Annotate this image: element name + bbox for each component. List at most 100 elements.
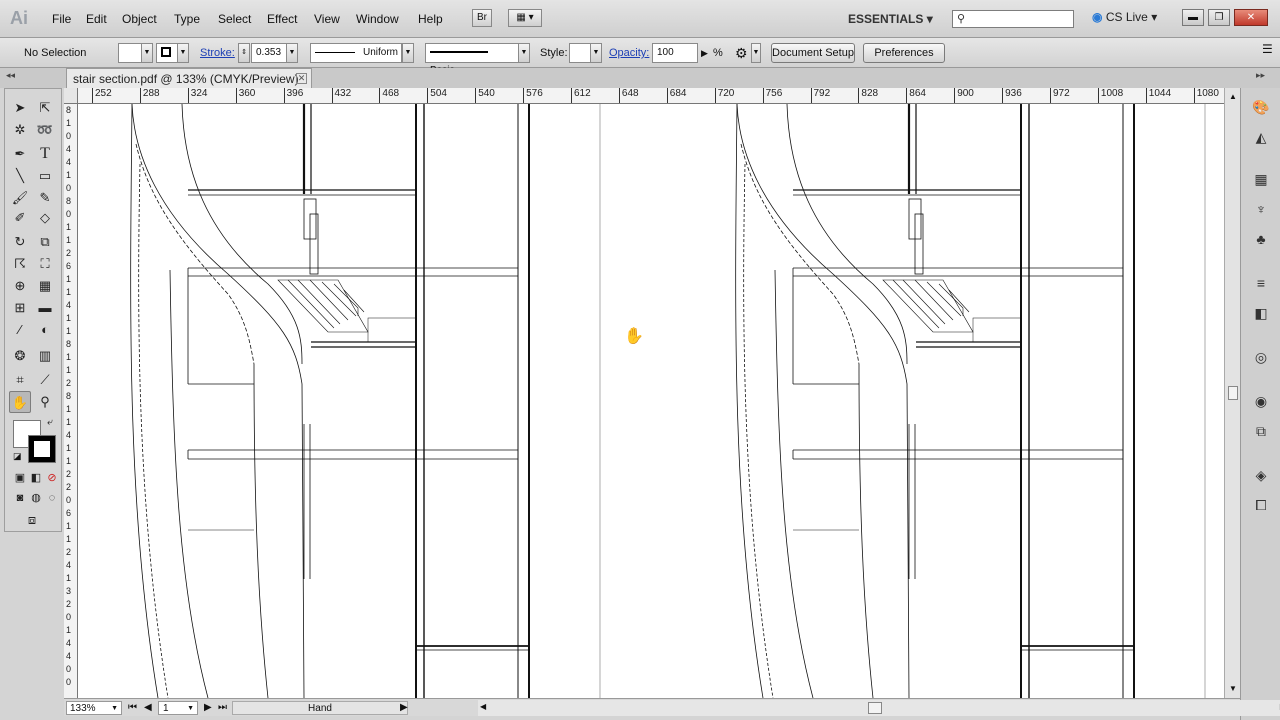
close-button[interactable]: ✕: [1234, 9, 1268, 26]
ruler-origin[interactable]: [64, 88, 78, 104]
stroke-weight-dropdown[interactable]: ▼: [286, 43, 298, 63]
none-mode-icon[interactable]: ⊘: [41, 467, 63, 489]
stroke-color-swatch[interactable]: [28, 435, 56, 463]
graphic-styles-panel-icon[interactable]: ⧉: [1250, 420, 1272, 442]
minimize-button[interactable]: ▬: [1182, 9, 1204, 26]
menu-type[interactable]: Type: [174, 12, 200, 26]
hand-tool-icon[interactable]: ✋: [9, 391, 31, 413]
screen-mode-icon[interactable]: ⧈: [21, 509, 43, 531]
zoom-tool-icon[interactable]: ⚲: [34, 391, 56, 413]
column-graph-tool-icon[interactable]: ▥: [34, 345, 56, 367]
opacity-label[interactable]: Opacity:: [609, 47, 649, 59]
horizontal-scrollbar[interactable]: ◀ ▶: [478, 700, 1280, 716]
mesh-tool-icon[interactable]: ⊞: [9, 297, 31, 319]
stroke-weight-stepper[interactable]: ⇕: [238, 43, 250, 63]
previous-artboard-icon[interactable]: ◀: [144, 701, 152, 715]
menu-object[interactable]: Object: [122, 12, 157, 26]
workspace-switcher[interactable]: ESSENTIALS ▾: [848, 12, 933, 26]
selection-tool-icon[interactable]: ➤: [9, 97, 31, 119]
menu-edit[interactable]: Edit: [86, 12, 107, 26]
layers-panel-icon[interactable]: ◈: [1250, 464, 1272, 486]
rotate-tool-icon[interactable]: ↻: [9, 231, 31, 253]
artboard-canvas[interactable]: ✋: [78, 104, 1224, 698]
maximize-button[interactable]: ❐: [1208, 9, 1230, 26]
symbol-sprayer-tool-icon[interactable]: ❂: [9, 345, 31, 367]
color-panel-icon[interactable]: 🎨: [1250, 96, 1272, 118]
direct-selection-tool-icon[interactable]: ⇱: [34, 97, 56, 119]
status-menu-icon[interactable]: ▶: [400, 701, 408, 715]
recolor-dropdown[interactable]: ▼: [751, 43, 761, 63]
line-tool-icon[interactable]: ╲: [9, 165, 31, 187]
artboards-panel-icon[interactable]: ⧠: [1250, 494, 1272, 516]
menu-help[interactable]: Help: [418, 12, 443, 26]
gradient-tool-icon[interactable]: ▬: [34, 297, 56, 319]
document-tab[interactable]: stair section.pdf @ 133% (CMYK/Preview) …: [66, 68, 312, 88]
vertical-scrollbar[interactable]: ▲ ▼: [1224, 88, 1240, 698]
blend-tool-icon[interactable]: ◐: [34, 319, 56, 341]
eraser-tool-icon[interactable]: ◇: [34, 207, 56, 229]
menu-effect[interactable]: Effect: [267, 12, 297, 26]
menu-window[interactable]: Window: [356, 12, 399, 26]
brush-definition[interactable]: Basic: [425, 43, 519, 76]
close-document-icon[interactable]: ✕: [296, 73, 307, 84]
rectangle-tool-icon[interactable]: ▭: [34, 165, 56, 187]
brush-dropdown[interactable]: ▼: [518, 43, 530, 63]
scroll-down-icon[interactable]: ▼: [1229, 684, 1237, 693]
menu-file[interactable]: File: [52, 12, 71, 26]
fill-dropdown[interactable]: ▼: [141, 43, 153, 63]
scroll-left-icon[interactable]: ◀: [480, 702, 486, 711]
artboard-number[interactable]: 1 ▼: [158, 701, 198, 715]
vertical-scroll-thumb[interactable]: [1228, 386, 1238, 400]
help-search-input[interactable]: ⚲: [952, 10, 1074, 28]
artboard-dropdown-icon[interactable]: ▼: [187, 702, 194, 715]
stroke-swatch[interactable]: [156, 43, 178, 63]
color-guide-panel-icon[interactable]: ◭: [1250, 126, 1272, 148]
profile-dropdown[interactable]: ▼: [402, 43, 414, 63]
scroll-up-icon[interactable]: ▲: [1229, 92, 1237, 101]
transparency-panel-icon[interactable]: ◎: [1250, 346, 1272, 368]
arrange-documents-button[interactable]: ▦ ▾: [508, 9, 542, 27]
swatches-panel-icon[interactable]: ▦: [1250, 168, 1272, 190]
zoom-level[interactable]: 133% ▼: [66, 701, 122, 715]
next-artboard-icon[interactable]: ▶: [204, 701, 212, 715]
magic-wand-tool-icon[interactable]: ✲: [9, 119, 31, 141]
artboard-tool-icon[interactable]: ⌗: [9, 369, 31, 391]
menu-view[interactable]: View: [314, 12, 340, 26]
opacity-arrow-icon[interactable]: ▶: [701, 48, 708, 59]
perspective-grid-tool-icon[interactable]: ▦: [34, 275, 56, 297]
brushes-panel-icon[interactable]: ♆: [1250, 198, 1272, 220]
pencil-tool-icon[interactable]: ✎: [34, 187, 56, 209]
pen-tool-icon[interactable]: ✒: [9, 143, 31, 165]
last-artboard-icon[interactable]: ⏭: [218, 701, 227, 715]
eyedropper-tool-icon[interactable]: ⁄: [9, 319, 31, 341]
zoom-dropdown-icon[interactable]: ▼: [111, 702, 118, 715]
paintbrush-tool-icon[interactable]: 🖌: [9, 187, 31, 209]
status-tool-name[interactable]: Hand: [232, 701, 408, 715]
gradient-panel-icon[interactable]: ◧: [1250, 302, 1272, 324]
variable-width-profile[interactable]: Uniform: [310, 43, 402, 63]
style-dropdown[interactable]: ▼: [590, 43, 602, 63]
shape-builder-tool-icon[interactable]: ⊕: [9, 275, 31, 297]
appearance-panel-icon[interactable]: ◉: [1250, 390, 1272, 412]
opacity-input[interactable]: 100: [652, 43, 698, 63]
stroke-weight-input[interactable]: 0.353: [251, 43, 287, 63]
warp-tool-icon[interactable]: ☈: [9, 253, 31, 275]
scale-tool-icon[interactable]: ⧉: [34, 231, 56, 253]
horizontal-ruler[interactable]: 252 288 324 360 396 432 468 504 540 576 612 648 684 7…: [78, 88, 1224, 104]
collapse-toolbar-icon[interactable]: ◂◂: [6, 70, 15, 81]
preferences-button[interactable]: Preferences: [863, 43, 945, 63]
free-transform-tool-icon[interactable]: ⛶: [34, 253, 56, 275]
lasso-tool-icon[interactable]: ➿: [34, 119, 56, 141]
type-tool-icon[interactable]: T: [34, 143, 56, 165]
cs-live-menu[interactable]: ◉ CS Live ▾: [1092, 10, 1157, 24]
swap-fill-stroke-icon[interactable]: ⤶: [47, 417, 53, 428]
stroke-color-dropdown[interactable]: ▼: [177, 43, 189, 63]
recolor-artwork-icon[interactable]: ⚙: [735, 45, 748, 62]
slice-tool-icon[interactable]: ⟋: [34, 369, 56, 391]
default-fill-stroke-icon[interactable]: ◪: [13, 451, 22, 462]
expand-panels-icon[interactable]: ▸▸: [1256, 70, 1265, 81]
document-setup-button[interactable]: Document Setup: [771, 43, 855, 63]
blob-brush-tool-icon[interactable]: ✐: [9, 207, 31, 229]
stroke-label[interactable]: Stroke:: [200, 47, 235, 59]
bridge-button[interactable]: Br: [472, 9, 492, 27]
